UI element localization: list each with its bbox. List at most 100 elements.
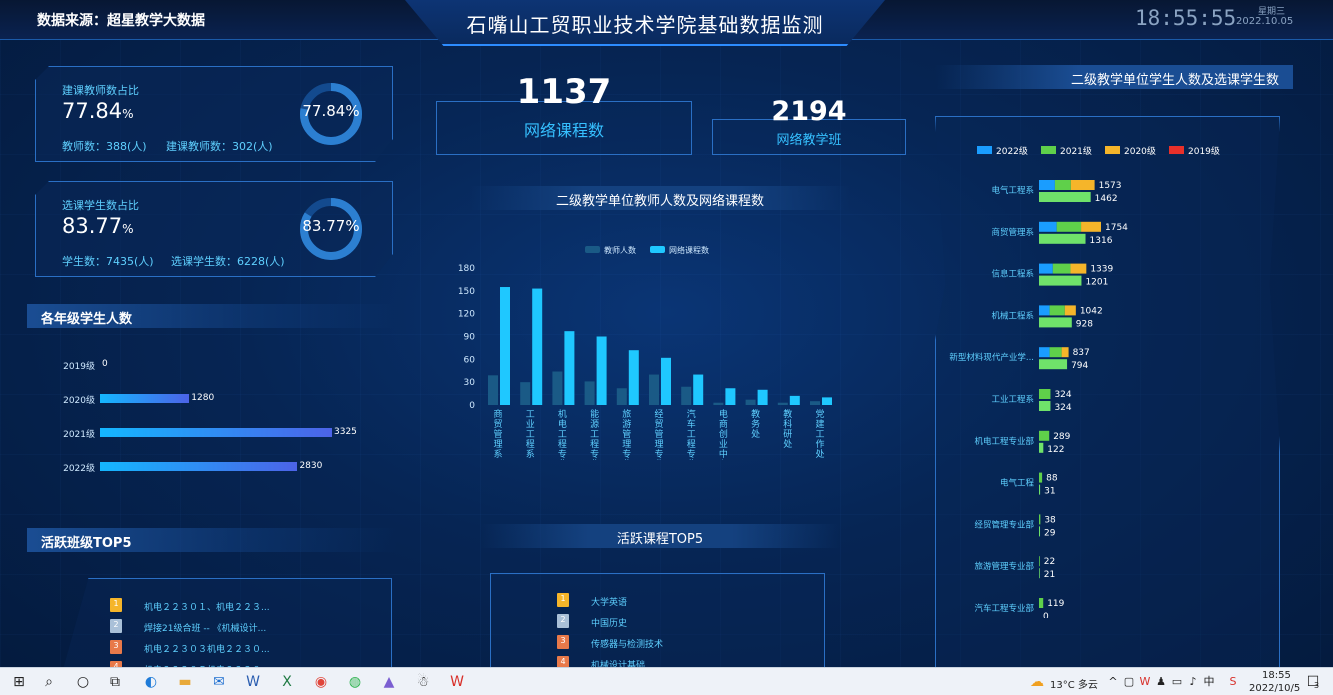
rank-item[interactable]: 大学英语 <box>591 595 627 608</box>
grade-label: 2019级 <box>63 362 95 372</box>
x-tick-char: 作 <box>815 438 824 450</box>
x-tick-char: 专 <box>654 448 663 460</box>
x-tick-char: 程 <box>558 439 567 450</box>
app-icon[interactable]: ☃ <box>414 673 432 691</box>
x-tick-label: 旅游管理专业部 <box>622 408 631 460</box>
bar-courses <box>596 336 607 405</box>
rank-item[interactable]: 机电２２３０３机电２２３０... <box>144 642 270 655</box>
grade-label: 2020级 <box>63 396 95 406</box>
clock: 18:55:55 <box>1135 6 1237 30</box>
chrome-icon[interactable]: ◉ <box>312 673 330 691</box>
legend-label: 教师人数 <box>604 245 636 255</box>
card-value: 83.77% <box>62 214 134 238</box>
x-tick-char: 建 <box>815 418 824 430</box>
grade-value: 3325 <box>334 427 357 437</box>
selected-value: 794 <box>1071 361 1088 371</box>
x-tick-char: 业 <box>590 459 599 460</box>
x-tick-char: 游 <box>622 418 631 430</box>
card-value: 77.84% <box>62 99 134 123</box>
cortana-icon[interactable]: ○ <box>74 673 92 691</box>
legend-label: 2019级 <box>1188 145 1220 157</box>
antivirus-icon[interactable]: S <box>1224 673 1242 691</box>
x-tick-char: 程 <box>687 439 696 450</box>
x-tick-char: 程 <box>526 439 535 450</box>
x-tick-char: 心 <box>719 459 728 460</box>
taskbar-date[interactable]: 2022/10/5 <box>1249 683 1300 694</box>
student-total: 学生数：7435(人) <box>62 255 154 268</box>
x-tick-char: 业 <box>526 419 535 430</box>
x-tick-char: 管 <box>622 428 631 440</box>
students-value: 837 <box>1073 348 1090 358</box>
bar-students-2022级 <box>1039 180 1055 190</box>
rank-medal-icon: 1 <box>557 593 569 607</box>
taskbar-time[interactable]: 18:55 <box>1262 670 1291 681</box>
teacher-built: 建课教师数：302(人) <box>166 140 273 153</box>
y-tick-label: 150 <box>458 287 475 297</box>
legend-label: 2021级 <box>1060 145 1092 157</box>
rank-item[interactable]: 机电２２３０１、机电２２３... <box>144 600 270 613</box>
rank-item[interactable]: 中国历史 <box>591 616 627 629</box>
bar-courses <box>822 397 832 405</box>
bar-selected <box>1039 401 1051 411</box>
rank-item[interactable]: 传感器与检测技术 <box>591 637 663 650</box>
file-explorer-icon[interactable]: ▬ <box>176 673 194 691</box>
rank-medal-icon: 2 <box>557 614 569 628</box>
x-tick-char: 电 <box>558 418 567 430</box>
bar-students-2020级 <box>1070 263 1087 274</box>
x-tick-char: 管 <box>654 428 663 440</box>
task-view-icon[interactable]: ⧉ <box>106 673 124 691</box>
edge-browser-icon[interactable]: ◐ <box>142 673 160 691</box>
bar-students-2022级 <box>1039 221 1057 232</box>
grade-bar <box>100 428 332 437</box>
bar-teachers <box>488 375 498 405</box>
x-tick-char: 车 <box>687 418 696 430</box>
excel-icon[interactable]: X <box>278 673 296 691</box>
legend-swatch <box>1169 146 1184 154</box>
grade-bar <box>100 394 190 403</box>
bar-teachers <box>649 374 659 405</box>
bar-students-2020级 <box>1064 305 1076 316</box>
x-tick-char: 专 <box>590 448 599 460</box>
category-label: 商贸管理系 <box>991 227 1034 238</box>
selected-value: 324 <box>1054 403 1071 413</box>
bar-selected <box>1039 484 1041 495</box>
weather-icon[interactable]: ☁ <box>1028 673 1046 691</box>
category-label: 经贸管理专业部 <box>974 519 1034 530</box>
bar-students-2020级 <box>1081 221 1101 232</box>
x-tick-char: 电 <box>719 408 728 420</box>
x-tick-char: 理 <box>654 439 663 450</box>
ime-icon[interactable]: 中 <box>1200 673 1218 691</box>
online-courses-value: 1137 <box>516 72 612 112</box>
rank-item[interactable]: 焊接21级合班 -- 《机械设计... <box>144 621 266 634</box>
photos-icon[interactable]: ▲ <box>380 673 398 691</box>
bar-courses <box>532 288 543 405</box>
wps-icon[interactable]: W <box>448 673 466 691</box>
search-icon[interactable]: ⌕ <box>40 673 58 691</box>
x-tick-char: 专 <box>558 448 567 460</box>
windows-start-icon[interactable]: ⊞ <box>10 673 28 691</box>
teacher-course-bar-chart: 教师人数 网络课程数0306090120150180商贸管理系工业工程系机电工程专… <box>458 245 832 460</box>
x-tick-char: 处 <box>783 438 792 450</box>
date: 2022.10.05 <box>1236 16 1294 27</box>
y-tick-label: 120 <box>458 310 475 320</box>
grade-label: 2021级 <box>63 430 95 440</box>
word-icon[interactable]: W <box>244 673 262 691</box>
teacher-total: 教师数：388(人) <box>62 140 147 153</box>
bar-selected <box>1039 526 1041 537</box>
legend-swatch <box>585 246 600 253</box>
notification-icon[interactable]: ☐ <box>1304 673 1322 691</box>
bar-students-2020级 <box>1070 180 1095 190</box>
x-tick-char: 理 <box>493 439 502 450</box>
mail-icon[interactable]: ✉ <box>210 673 228 691</box>
legend-label: 2022级 <box>996 145 1028 157</box>
legend-label: 2020级 <box>1124 145 1156 157</box>
online-classes-value: 2194 <box>771 96 847 127</box>
bar-students-2021级 <box>1039 430 1050 441</box>
bar-students-2022级 <box>1039 305 1050 316</box>
students-value: 289 <box>1053 432 1070 442</box>
weather-text[interactable]: 13°C 多云 <box>1050 676 1098 691</box>
x-tick-label: 机电工程专业部 <box>558 408 567 460</box>
bar-students-2021级 <box>1056 221 1082 232</box>
y-tick-label: 90 <box>464 333 476 343</box>
wechat-icon[interactable]: ◍ <box>346 673 364 691</box>
